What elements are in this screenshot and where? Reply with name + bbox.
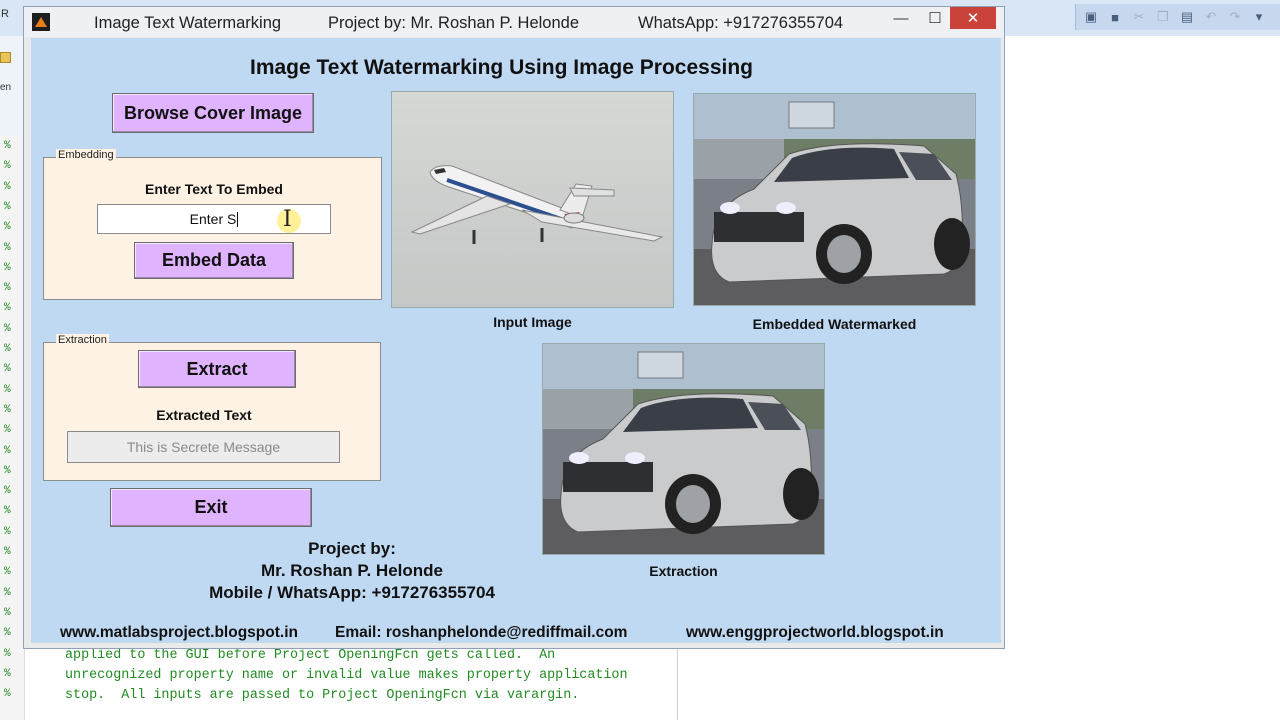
comment-marker: % <box>4 566 11 579</box>
window-title-author: Project by: Mr. Roshan P. Helonde <box>328 14 579 32</box>
comment-marker: % <box>4 464 11 477</box>
matlab-icon <box>32 13 50 31</box>
browse-cover-image-button[interactable]: Browse Cover Image <box>112 93 314 133</box>
comment-marker: % <box>4 505 11 518</box>
car-image-extracted <box>543 344 824 554</box>
comment-marker: % <box>4 180 11 193</box>
embedding-panel-title: Embedding <box>56 149 116 161</box>
embedded-image-axes <box>693 93 976 306</box>
text-caret <box>237 211 239 227</box>
comment-marker: % <box>4 485 11 498</box>
credits-line-3: Mobile / WhatsApp: +917276355704 <box>209 583 495 602</box>
footer-email: Email: roshanphelonde@rediffmail.com <box>335 624 628 641</box>
folder-icon <box>0 52 11 63</box>
comment-line: stop. All inputs are passed to Project O… <box>65 688 580 703</box>
footer-website-2: www.enggprojectworld.blogspot.in <box>686 624 944 641</box>
cut-icon[interactable]: ✂ <box>1130 8 1148 26</box>
paste-icon[interactable]: ▤ <box>1178 8 1196 26</box>
footer-website-1: www.matlabsproject.blogspot.in <box>60 624 298 641</box>
extracted-text-field[interactable]: This is Secrete Message <box>67 431 340 463</box>
gui-heading: Image Text Watermarking Using Image Proc… <box>250 56 753 79</box>
embedding-panel: Embedding Enter Text To Embed Enter S Em… <box>43 149 382 300</box>
comment-line: unrecognized property name or invalid va… <box>65 668 628 683</box>
comment-marker: % <box>4 241 11 254</box>
extraction-panel-title: Extraction <box>56 334 109 346</box>
side-text: en <box>0 82 12 93</box>
comment-marker: % <box>4 424 11 437</box>
copy-icon[interactable]: ❐ <box>1154 8 1172 26</box>
comment-marker: % <box>4 688 11 701</box>
comment-marker: % <box>4 606 11 619</box>
window-title: Image Text Watermarking <box>94 14 282 32</box>
comment-marker: % <box>4 667 11 680</box>
extraction-panel: Extraction Extract Extracted Text This i… <box>43 334 381 481</box>
comment-marker: % <box>4 444 11 457</box>
comment-marker: % <box>4 282 11 295</box>
comment-marker: % <box>4 322 11 335</box>
extraction-image-axes <box>542 343 825 555</box>
embed-text-prompt: Enter Text To Embed <box>145 181 283 197</box>
embed-text-value: Enter S <box>189 211 237 227</box>
comment-marker: % <box>4 383 11 396</box>
comment-marker: % <box>4 261 11 274</box>
comment-marker: % <box>4 627 11 640</box>
editor-side-fragment: R en <box>0 8 22 136</box>
close-button[interactable]: ✕ <box>950 7 996 29</box>
figure-window: Image Text Watermarking Project by: Mr. … <box>23 6 1005 649</box>
comment-marker: % <box>4 586 11 599</box>
comment-marker: % <box>4 160 11 173</box>
editor-comment-block: applied to the GUI before Project Openin… <box>65 646 628 706</box>
comment-marker: % <box>4 525 11 538</box>
minimize-button[interactable]: — <box>886 7 916 29</box>
editor-divider <box>677 648 678 720</box>
extraction-image-caption: Extraction <box>649 563 718 579</box>
comment-line: applied to the GUI before Project Openin… <box>65 648 556 663</box>
dropdown-icon[interactable]: ▾ <box>1250 8 1268 26</box>
comment-marker: % <box>4 403 11 416</box>
input-image-axes <box>391 91 674 308</box>
comment-marker: % <box>4 302 11 315</box>
comment-marker: % <box>4 647 11 660</box>
comment-marker: % <box>4 140 11 152</box>
new-file-icon[interactable]: ▣ <box>1082 8 1100 26</box>
ibeam-cursor-icon: I <box>283 207 292 232</box>
maximize-button[interactable]: ☐ <box>920 7 950 29</box>
credits-line-2: Mr. Roshan P. Helonde <box>260 561 443 580</box>
comment-marker: % <box>4 343 11 355</box>
embedded-image-caption: Embedded Watermarked <box>752 316 917 332</box>
window-title-whatsapp: WhatsApp: +917276355704 <box>638 14 844 32</box>
save-icon[interactable]: ■ <box>1106 8 1124 26</box>
minimize-icon: — <box>893 9 909 27</box>
comment-marker: % <box>4 546 11 558</box>
exit-button[interactable]: Exit <box>110 488 312 527</box>
title-bar[interactable]: Image Text Watermarking Project by: Mr. … <box>24 7 1004 37</box>
undo-icon[interactable]: ↶ <box>1202 8 1220 26</box>
comment-marker: % <box>4 363 11 376</box>
close-icon: ✕ <box>966 10 980 27</box>
corner-text: R <box>1 8 9 20</box>
maximize-icon: ☐ <box>928 10 942 27</box>
extracted-text-label: Extracted Text <box>156 407 252 423</box>
redo-icon[interactable]: ↷ <box>1226 8 1244 26</box>
car-image-watermarked <box>694 94 975 305</box>
comment-marker: % <box>4 221 11 234</box>
editor-toolbar: ▣ ■ ✂ ❐ ▤ ↶ ↷ ▾ <box>1075 4 1280 30</box>
comment-marker: % <box>4 200 11 213</box>
extract-button[interactable]: Extract <box>138 350 296 388</box>
airplane-image <box>392 92 673 307</box>
embed-data-button[interactable]: Embed Data <box>134 242 294 279</box>
input-image-caption: Input Image <box>493 314 572 330</box>
gui-figure: Image Text Watermarking Using Image Proc… <box>31 38 1001 643</box>
credits-line-1: Project by: <box>308 539 396 558</box>
